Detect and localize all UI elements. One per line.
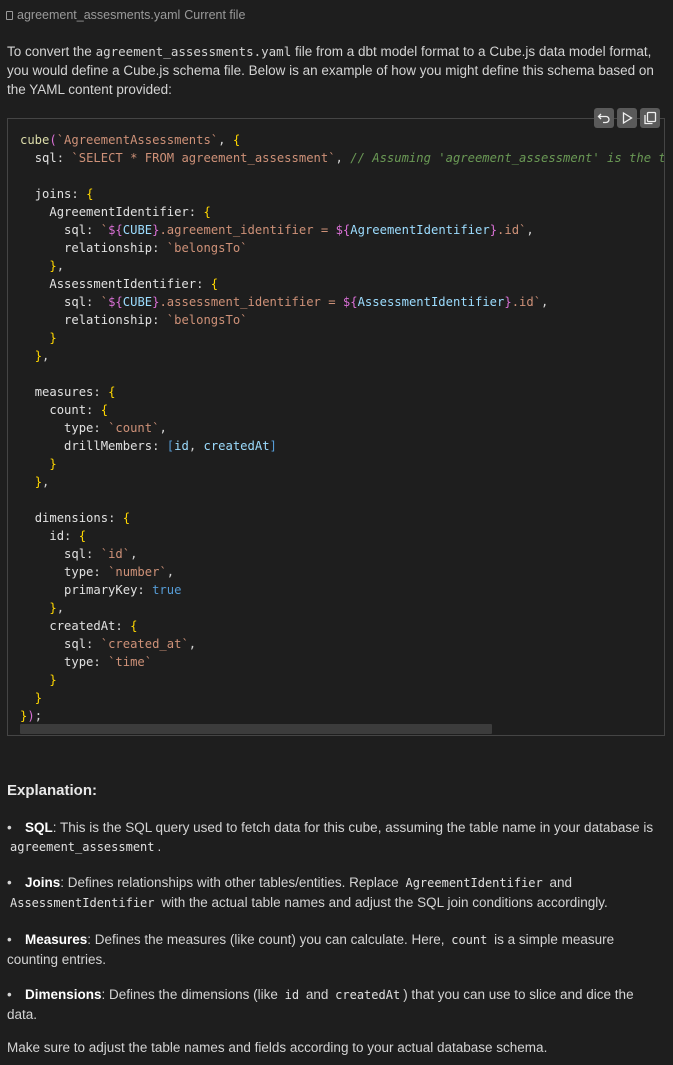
code-line: },: [49, 259, 65, 273]
joins-code-2: AssessmentIdentifier: [10, 896, 155, 910]
code-line: createdAt: {: [49, 619, 138, 633]
measures-label: Measures: [25, 932, 88, 947]
code-line: }: [49, 331, 57, 345]
code-line: primaryKey: true: [64, 583, 182, 597]
dimensions-mid: and: [305, 987, 329, 1002]
code-line: sql: `created_at`,: [64, 637, 197, 651]
bullet: •: [7, 987, 12, 1002]
code-toolbar: [594, 108, 660, 128]
code-line: }: [49, 673, 57, 687]
file-icon: [6, 10, 13, 20]
list-item-joins: • Joins: Defines relationships with other…: [7, 873, 662, 913]
code-line: joins: {: [34, 187, 94, 201]
intro-paragraph: To convert the agreement_assessments.yam…: [7, 42, 657, 99]
code-line: drillMembers: [id, createdAt]: [64, 439, 277, 453]
code-line: }: [49, 457, 57, 471]
dimensions-code-2: createdAt: [335, 988, 401, 1002]
joins-label: Joins: [25, 875, 61, 890]
code-line: },: [34, 475, 50, 489]
code-line: relationship: `belongsTo`: [64, 241, 248, 255]
joins-text: : Defines relationships with other table…: [60, 875, 399, 890]
joins-code-1: AgreementIdentifier: [405, 876, 543, 890]
code-line: count: {: [49, 403, 109, 417]
code-block: cube(`AgreementAssessments`, { sql: `SEL…: [7, 118, 665, 736]
footer-note: Make sure to adjust the table names and …: [7, 1040, 548, 1055]
list-item-measures: • Measures: Defines the measures (like co…: [7, 930, 662, 969]
bullet: •: [7, 932, 12, 947]
intro-text: To convert the: [7, 44, 96, 59]
code-line: sql: `id`,: [64, 547, 138, 561]
copy-button[interactable]: [640, 108, 660, 128]
code-content: cube(`AgreementAssessments`, { sql: `SEL…: [20, 131, 665, 725]
file-name[interactable]: agreement_assesments.yaml: [17, 8, 180, 22]
code-line: sql: `${CUBE}.agreement_identifier = ${A…: [64, 223, 534, 237]
horizontal-scrollbar[interactable]: [20, 724, 492, 734]
code-line: relationship: `belongsTo`: [64, 313, 248, 327]
measures-text: : Defines the measures (like count) you …: [87, 932, 445, 947]
code-line: },: [34, 349, 50, 363]
play-icon: [622, 111, 633, 125]
code-line: });: [20, 709, 43, 723]
code-line: cube(`AgreementAssessments`, {: [20, 133, 241, 147]
measures-code: count: [451, 933, 488, 947]
code-line: sql: `${CUBE}.assessment_identifier = ${…: [64, 295, 549, 309]
code-line: id: {: [49, 529, 87, 543]
run-button[interactable]: [617, 108, 637, 128]
list-item-dimensions: • Dimensions: Defines the dimensions (lik…: [7, 985, 662, 1024]
code-line: type: `time`: [64, 655, 153, 669]
file-status: Current file: [184, 8, 246, 22]
joins-mid: and: [549, 875, 573, 890]
joins-end: with the actual table names and adjust t…: [161, 895, 608, 910]
apply-button[interactable]: [594, 108, 614, 128]
intro-filename-code: agreement_assessments.yaml: [95, 44, 292, 59]
code-line: }: [34, 691, 43, 705]
code-line: measures: {: [34, 385, 116, 399]
sql-text: : This is the SQL query used to fetch da…: [52, 820, 654, 835]
code-line: type: `number`,: [64, 565, 175, 579]
sql-end: .: [157, 839, 162, 854]
code-line: AssessmentIdentifier: {: [49, 277, 219, 291]
bullet: •: [7, 875, 12, 890]
code-line: dimensions: {: [34, 511, 131, 525]
code-line: sql: `SELECT * FROM agreement_assessment…: [34, 151, 665, 165]
code-line: AgreementIdentifier: {: [49, 205, 211, 219]
code-line: },: [49, 601, 65, 615]
undo-arrow-icon: [597, 113, 610, 124]
dimensions-label: Dimensions: [25, 987, 102, 1002]
dimensions-text: : Defines the dimensions (like: [101, 987, 278, 1002]
file-reference[interactable]: agreement_assesments.yaml Current file: [6, 6, 245, 24]
sql-code: agreement_assessment: [10, 840, 155, 854]
dimensions-code-1: id: [284, 988, 300, 1002]
copy-icon: [644, 111, 657, 125]
sql-label: SQL: [25, 820, 53, 835]
bullet: •: [7, 820, 12, 835]
code-line: type: `count`,: [64, 421, 167, 435]
explanation-heading: Explanation:: [7, 782, 98, 799]
list-item-sql: • SQL: This is the SQL query used to fetc…: [7, 818, 662, 857]
